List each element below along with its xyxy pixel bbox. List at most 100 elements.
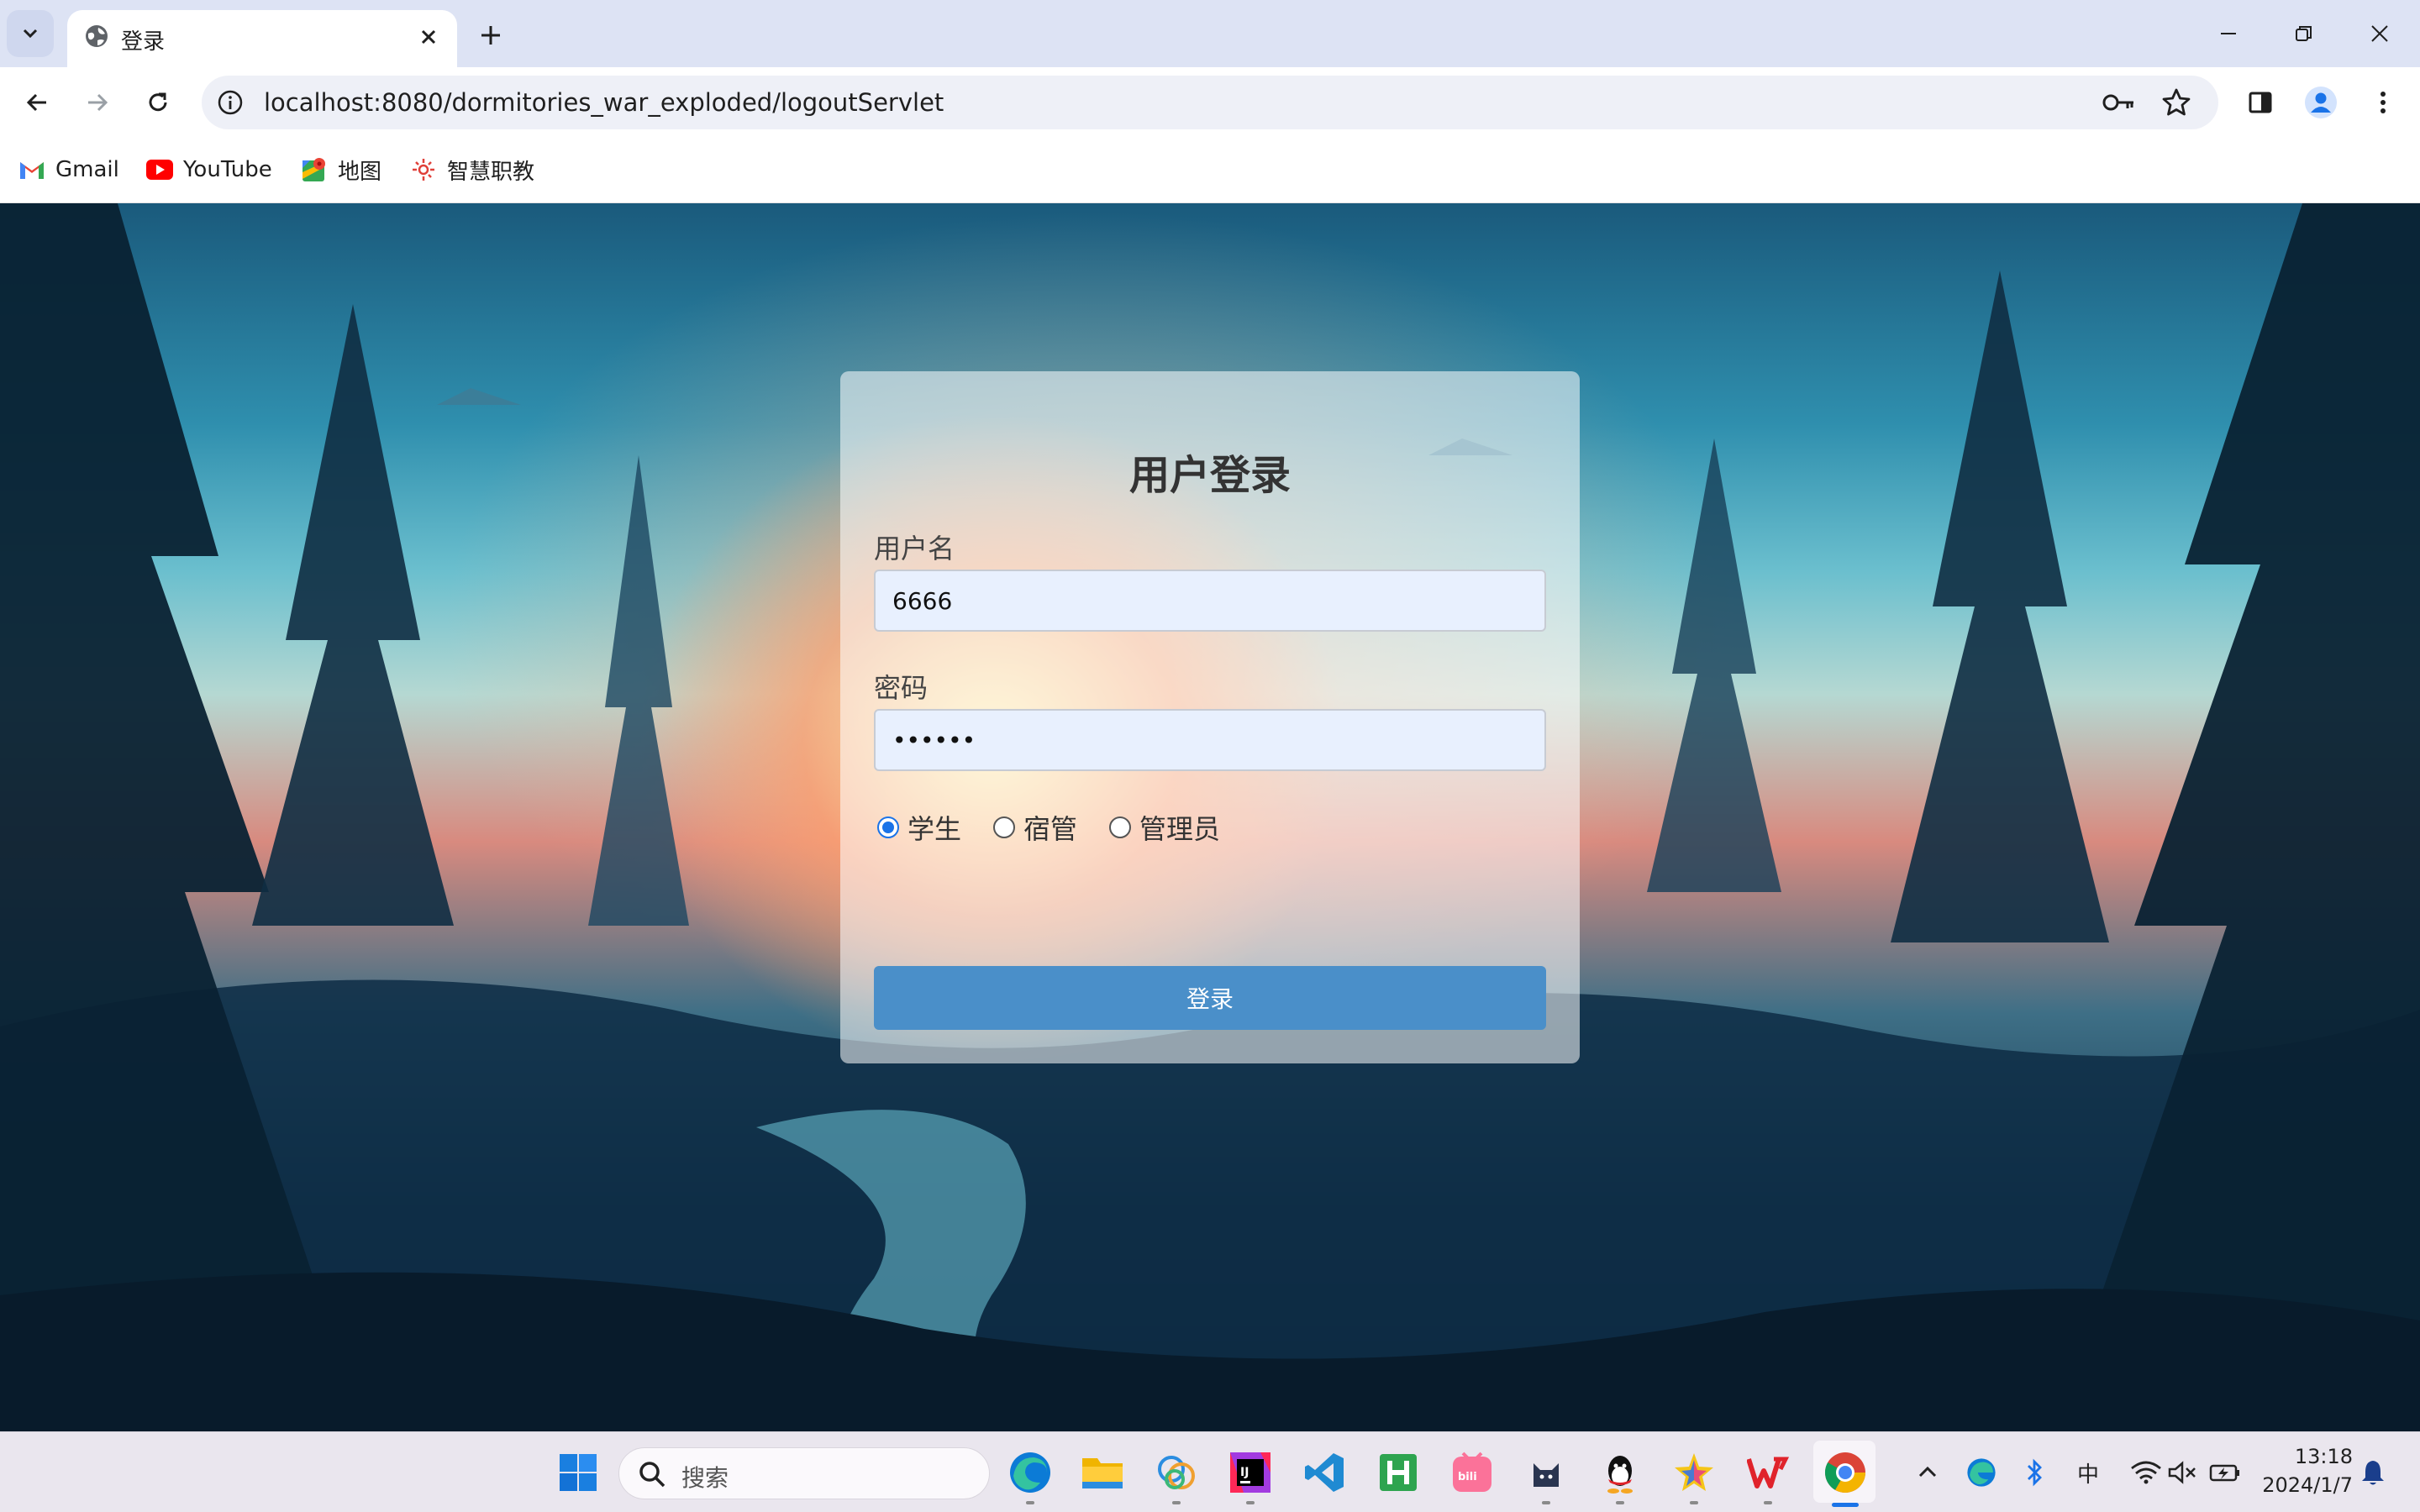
- tray-bluetooth[interactable]: [2012, 1449, 2059, 1496]
- restore-icon: [2296, 26, 2312, 41]
- taskbar-edge-app[interactable]: [1007, 1449, 1054, 1496]
- role-radio-group: 学生 宿管 管理员: [877, 808, 1252, 847]
- login-title: 用户登录: [1128, 452, 1291, 499]
- running-indicator: [1246, 1501, 1255, 1504]
- folder-icon: [1082, 1458, 1123, 1488]
- role-option-dorm-manager[interactable]: 宿管: [993, 808, 1077, 847]
- search-icon: [639, 1462, 666, 1488]
- bookmark-star-icon[interactable]: [2160, 86, 2193, 119]
- cat-icon: [1534, 1463, 1559, 1487]
- start-button[interactable]: [555, 1449, 602, 1496]
- login-page: 用户登录 用户名 密码 学生 宿管 管理员 登录: [0, 203, 2420, 1431]
- taskbar-wps[interactable]: [1744, 1449, 1791, 1496]
- taskbar-app-circles[interactable]: [1153, 1449, 1200, 1496]
- tray-edge[interactable]: [1958, 1449, 2005, 1496]
- taskbar-bilibili[interactable]: bili: [1449, 1449, 1496, 1496]
- taskbar-cat-app[interactable]: [1523, 1449, 1570, 1496]
- maps-icon: [301, 156, 328, 183]
- bookmark-youtube[interactable]: YouTube: [146, 153, 272, 186]
- taskbar-vscode[interactable]: [1301, 1449, 1348, 1496]
- password-label: 密码: [874, 672, 929, 704]
- tray-volume-muted[interactable]: [2160, 1449, 2207, 1496]
- forward-button[interactable]: [74, 79, 121, 126]
- browser-tab[interactable]: 登录: [67, 10, 457, 67]
- running-indicator: [1764, 1501, 1772, 1504]
- avatar-icon: [2305, 87, 2337, 118]
- login-submit-button[interactable]: 登录: [874, 966, 1546, 1030]
- bookmark-label: YouTube: [183, 157, 272, 182]
- reload-icon: [149, 92, 167, 112]
- taskbar-search-box[interactable]: 搜索: [618, 1447, 990, 1499]
- qq-icon: [1607, 1456, 1633, 1494]
- restore-button[interactable]: [2279, 13, 2329, 54]
- plus-icon: [481, 26, 500, 45]
- minimize-button[interactable]: [2203, 13, 2254, 54]
- tab-search-button[interactable]: [7, 10, 54, 57]
- show-hidden-icons-button[interactable]: [1904, 1449, 1951, 1496]
- login-form: 用户登录 用户名 密码 学生 宿管 管理员 登录: [840, 371, 1580, 1063]
- clock-date: 2024/1/7: [2262, 1473, 2353, 1497]
- new-tab-button[interactable]: [472, 17, 509, 54]
- menu-button[interactable]: [2360, 79, 2407, 126]
- notifications-button[interactable]: [2349, 1449, 2396, 1496]
- taskbar-chrome[interactable]: [1822, 1449, 1869, 1496]
- password-key-icon[interactable]: [2102, 87, 2136, 118]
- tray-battery[interactable]: [2202, 1449, 2249, 1496]
- wps-icon: [1747, 1457, 1789, 1488]
- bell-icon: [2362, 1461, 2384, 1485]
- username-input[interactable]: [874, 570, 1546, 632]
- windows-icon: [560, 1454, 597, 1491]
- address-bar[interactable]: localhost:8080/dormitories_war_exploded/…: [202, 76, 2218, 129]
- taskbar-qq[interactable]: [1597, 1449, 1644, 1496]
- svg-text:bili: bili: [1458, 1471, 1477, 1483]
- role-option-student[interactable]: 学生: [877, 808, 961, 847]
- bookmark-label: Gmail: [55, 157, 119, 182]
- site-info-icon[interactable]: [215, 87, 245, 118]
- volume-muted-icon: [2168, 1461, 2196, 1484]
- close-window-button[interactable]: [2354, 13, 2405, 54]
- bookmark-label: 智慧职教: [447, 159, 535, 185]
- chrome-icon: [1824, 1452, 1865, 1494]
- globe-icon: [86, 25, 108, 47]
- role-label: 学生: [908, 813, 962, 845]
- tab-close-button[interactable]: [413, 22, 444, 52]
- bookmark-gmail[interactable]: Gmail: [18, 153, 119, 186]
- hbuilder-icon: [1380, 1454, 1417, 1491]
- svg-text:IJ: IJ: [1240, 1466, 1249, 1479]
- wifi-icon: [2131, 1461, 2161, 1484]
- bookmarks-bar: Gmail YouTube 地图 智慧职教: [0, 138, 2420, 203]
- bluetooth-icon: [2028, 1458, 2042, 1487]
- running-indicator: [1026, 1501, 1034, 1504]
- radio-button[interactable]: [1109, 816, 1132, 838]
- side-panel-icon: [2249, 92, 2272, 113]
- taskbar-file-explorer[interactable]: [1079, 1449, 1126, 1496]
- side-panel-button[interactable]: [2237, 79, 2284, 126]
- radio-button[interactable]: [993, 816, 1016, 838]
- battery-charging-icon: [2209, 1464, 2239, 1482]
- username-label: 用户名: [874, 533, 955, 564]
- password-input[interactable]: [874, 709, 1546, 771]
- chevron-up-icon: [1918, 1466, 1937, 1478]
- running-indicator: [1542, 1501, 1550, 1504]
- back-button[interactable]: [13, 79, 60, 126]
- intellij-icon: IJ: [1230, 1452, 1270, 1493]
- app-circles-icon: [1158, 1456, 1195, 1489]
- windows-taskbar: 搜索 IJ bili 中 13:18 2024/1/7: [0, 1431, 2420, 1512]
- radio-button[interactable]: [877, 816, 899, 838]
- reload-button[interactable]: [134, 79, 182, 126]
- edge-icon: [1010, 1452, 1050, 1493]
- url-text[interactable]: localhost:8080/dormitories_war_exploded/…: [264, 88, 944, 117]
- taskbar-clock[interactable]: 13:18 2024/1/7: [2260, 1442, 2353, 1499]
- tab-title: 登录: [121, 29, 166, 55]
- clock-time: 13:18: [2294, 1445, 2353, 1468]
- active-indicator: [1832, 1503, 1859, 1507]
- ime-indicator[interactable]: 中: [2077, 1457, 2099, 1488]
- browser-toolbar: localhost:8080/dormitories_war_exploded/…: [0, 67, 2420, 138]
- role-option-admin[interactable]: 管理员: [1109, 808, 1220, 847]
- bookmark-maps[interactable]: 地图: [301, 153, 381, 186]
- bookmark-zhihuizhijiao[interactable]: 智慧职教: [410, 153, 534, 186]
- taskbar-intellij[interactable]: IJ: [1227, 1449, 1274, 1496]
- profile-button[interactable]: [2297, 79, 2344, 126]
- taskbar-hbuilder[interactable]: [1375, 1449, 1422, 1496]
- taskbar-star-app[interactable]: [1670, 1449, 1718, 1496]
